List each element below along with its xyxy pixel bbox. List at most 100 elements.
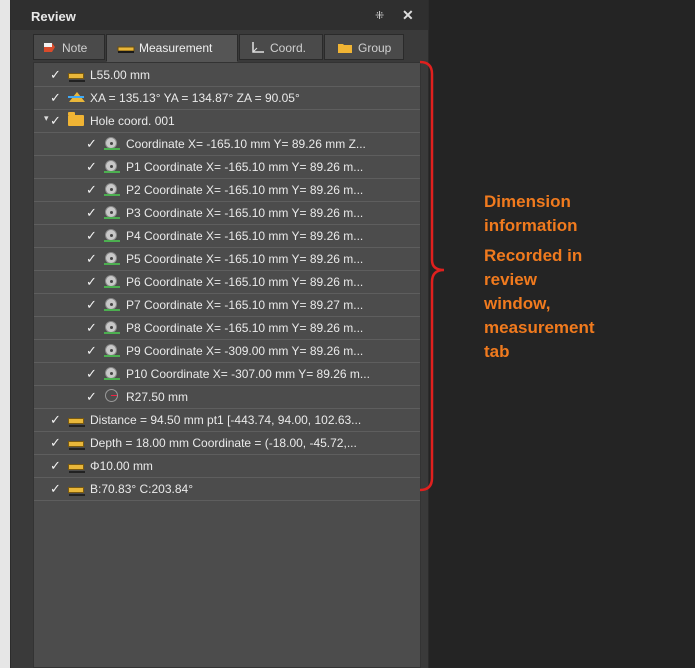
coordinate-icon [104, 297, 120, 311]
tree-row[interactable]: ✓ Depth = 18.00 mm Coordinate = (-18.00, … [34, 431, 420, 455]
expand-arrow-icon[interactable]: ▾ [44, 113, 49, 124]
tree-row-label: P3 Coordinate X= -165.10 mm Y= 89.26 m..… [126, 206, 364, 220]
tree-row[interactable]: ✓ P6 Coordinate X= -165.10 mm Y= 89.26 m.… [34, 270, 420, 294]
visibility-checkbox[interactable]: ✓ [86, 366, 100, 382]
visibility-checkbox[interactable]: ✓ [50, 113, 64, 129]
background-strip [0, 0, 10, 668]
tree-row[interactable]: ✓ P4 Coordinate X= -165.10 mm Y= 89.26 m.… [34, 224, 420, 248]
visibility-checkbox[interactable]: ✓ [50, 90, 64, 106]
tab-label: Coord. [270, 41, 307, 55]
measurement-tree: ✓ L55.00 mm ✓ XA = 135.13° YA = 134.87° ZA … [33, 62, 421, 668]
visibility-checkbox[interactable]: ✓ [86, 297, 100, 313]
coordinate-icon [104, 343, 120, 357]
visibility-checkbox[interactable]: ✓ [50, 67, 64, 83]
review-panel: Review ⁜ ✕ Note Measurement Coord. Group… [10, 0, 429, 668]
tree-row[interactable]: ✓ P8 Coordinate X= -165.10 mm Y= 89.26 m.… [34, 316, 420, 340]
tree-row-label: Distance = 94.50 mm pt1 [-443.74, 94.00,… [90, 413, 362, 427]
annotation-line: review [484, 270, 537, 289]
visibility-checkbox[interactable]: ✓ [50, 481, 64, 497]
tab-label: Note [62, 41, 88, 55]
visibility-checkbox[interactable]: ✓ [50, 412, 64, 428]
tree-row-label: Coordinate X= -165.10 mm Y= 89.26 mm Z..… [126, 137, 366, 151]
tree-row[interactable]: ✓ P7 Coordinate X= -165.10 mm Y= 89.27 m.… [34, 293, 420, 317]
tree-row[interactable]: ✓ L55.00 mm [34, 63, 420, 87]
tree-row-label: P6 Coordinate X= -165.10 mm Y= 89.26 m..… [126, 275, 364, 289]
tree-row-label: P5 Coordinate X= -165.10 mm Y= 89.26 m..… [126, 252, 364, 266]
folder-icon [68, 112, 84, 127]
tree-row[interactable]: ✓ Φ10.00 mm [34, 454, 420, 478]
annotation-line: Dimension [484, 192, 571, 211]
coord-axis-icon [250, 41, 266, 54]
tree-row-label: R27.50 mm [126, 390, 189, 404]
pin-icon[interactable]: ⁜ [375, 9, 384, 22]
tree-row-label: Hole coord. 001 [90, 114, 175, 128]
ruler-icon [68, 435, 85, 450]
bracket-icon [419, 60, 445, 492]
tab-measurement[interactable]: Measurement [106, 34, 238, 62]
tree-row[interactable]: ✓ P10 Coordinate X= -307.00 mm Y= 89.26 m… [34, 362, 420, 386]
coordinate-icon [104, 320, 120, 334]
ruler-icon [68, 67, 85, 82]
tree-row-label: XA = 135.13° YA = 134.87° ZA = 90.05° [90, 91, 300, 105]
tree-row[interactable]: ▾ ✓ Hole coord. 001 [34, 109, 420, 133]
visibility-checkbox[interactable]: ✓ [86, 251, 100, 267]
visibility-checkbox[interactable]: ✓ [50, 458, 64, 474]
tree-row-label: Φ10.00 mm [90, 459, 153, 473]
coordinate-icon [104, 205, 120, 219]
visibility-checkbox[interactable]: ✓ [86, 159, 100, 175]
tree-row[interactable]: ✓ Coordinate X= -165.10 mm Y= 89.26 mm Z.… [34, 132, 420, 156]
tab-coord[interactable]: Coord. [239, 34, 323, 60]
ruler-icon [117, 41, 135, 54]
tree-row-label: L55.00 mm [90, 68, 151, 82]
tree-row[interactable]: ✓ R27.50 mm [34, 385, 420, 409]
visibility-checkbox[interactable]: ✓ [86, 228, 100, 244]
tab-note[interactable]: Note [33, 34, 105, 60]
tree-row-label: P9 Coordinate X= -309.00 mm Y= 89.26 m..… [126, 344, 364, 358]
tree-row[interactable]: ✓ XA = 135.13° YA = 134.87° ZA = 90.05° [34, 86, 420, 110]
visibility-checkbox[interactable]: ✓ [86, 343, 100, 359]
tree-row[interactable]: ✓ P3 Coordinate X= -165.10 mm Y= 89.26 m.… [34, 201, 420, 225]
tree-row-label: P1 Coordinate X= -165.10 mm Y= 89.26 m..… [126, 160, 364, 174]
tree-row-label: P4 Coordinate X= -165.10 mm Y= 89.26 m..… [126, 229, 364, 243]
ruler-icon [68, 481, 85, 496]
tree-row[interactable]: ✓ Distance = 94.50 mm pt1 [-443.74, 94.00… [34, 408, 420, 432]
note-icon [42, 41, 58, 54]
tree-row[interactable]: ✓ P2 Coordinate X= -165.10 mm Y= 89.26 m.… [34, 178, 420, 202]
close-icon[interactable]: ✕ [402, 7, 414, 24]
tree-row[interactable]: ✓ P9 Coordinate X= -309.00 mm Y= 89.26 m.… [34, 339, 420, 363]
annotation-line: information [484, 216, 578, 235]
visibility-checkbox[interactable]: ✓ [50, 435, 64, 451]
coordinate-icon [104, 228, 120, 242]
tree-row-label: P2 Coordinate X= -165.10 mm Y= 89.26 m..… [126, 183, 364, 197]
visibility-checkbox[interactable]: ✓ [86, 320, 100, 336]
panel-title: Review [31, 9, 76, 24]
visibility-checkbox[interactable]: ✓ [86, 389, 100, 405]
annotation-line: measurement [484, 318, 595, 337]
radius-icon [104, 389, 120, 403]
tree-row-label: P10 Coordinate X= -307.00 mm Y= 89.26 m.… [126, 367, 370, 381]
ruler-icon [68, 412, 85, 427]
annotation-text: Dimension information Recorded in review… [484, 190, 595, 364]
tab-group[interactable]: Group [324, 34, 404, 60]
visibility-checkbox[interactable]: ✓ [86, 205, 100, 221]
coordinate-icon [104, 251, 120, 265]
tree-row-label: Depth = 18.00 mm Coordinate = (-18.00, -… [90, 436, 357, 450]
annotation-line: tab [484, 342, 510, 361]
visibility-checkbox[interactable]: ✓ [86, 136, 100, 152]
coordinate-icon [104, 159, 120, 173]
annotation-line: window, [484, 294, 551, 313]
tree-row-label: P8 Coordinate X= -165.10 mm Y= 89.26 m..… [126, 321, 364, 335]
tree-row-label: P7 Coordinate X= -165.10 mm Y= 89.27 m..… [126, 298, 364, 312]
tree-row[interactable]: ✓ B:70.83° C:203.84° [34, 477, 420, 501]
ruler-icon [68, 458, 85, 473]
tree-row[interactable]: ✓ P1 Coordinate X= -165.10 mm Y= 89.26 m.… [34, 155, 420, 179]
annotation-line: Recorded in [484, 246, 583, 265]
tree-row[interactable]: ✓ P5 Coordinate X= -165.10 mm Y= 89.26 m.… [34, 247, 420, 271]
tree-row-label: B:70.83° C:203.84° [90, 482, 194, 496]
tab-label: Group [358, 41, 392, 55]
tab-label: Measurement [139, 41, 213, 55]
visibility-checkbox[interactable]: ✓ [86, 274, 100, 290]
coordinate-icon [104, 274, 120, 288]
coordinate-icon [104, 366, 120, 380]
visibility-checkbox[interactable]: ✓ [86, 182, 100, 198]
